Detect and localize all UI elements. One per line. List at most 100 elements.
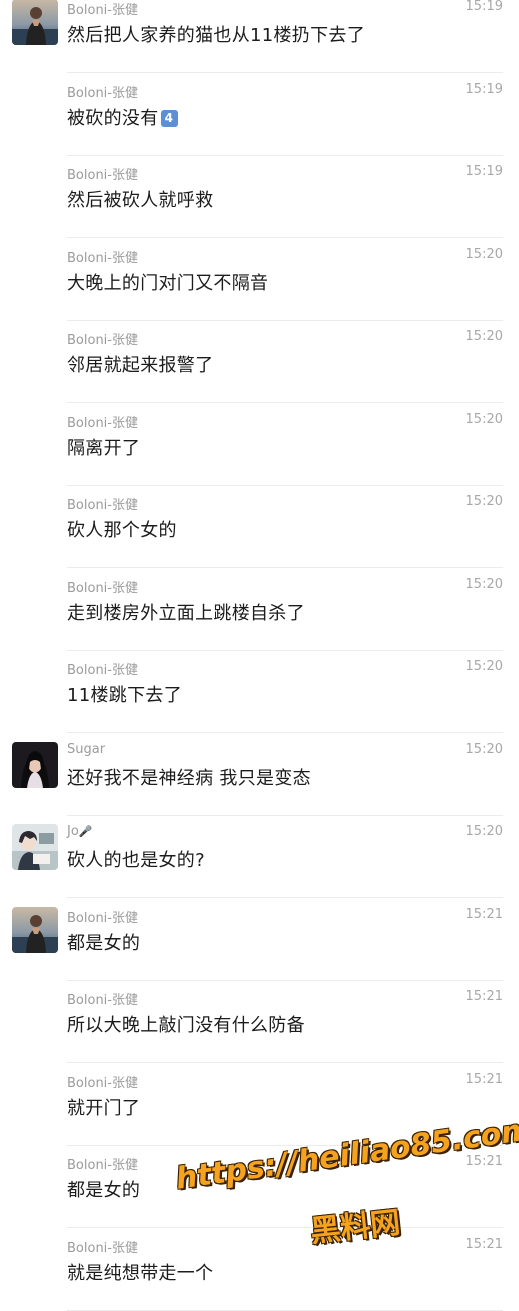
message-text: 还好我不是神经病 我只是变态 [67,764,311,790]
sender-name: Boloni-张健 [67,577,138,596]
message-timestamp: 15:21 [465,1071,503,1087]
message-text: 走到楼房外立面上跳楼自杀了 [67,599,305,625]
chat-message[interactable]: Jo🎤 15:20 砍人的也是女的? [0,816,519,898]
message-text-content: 砍人的也是女的? [67,850,205,871]
chat-message[interactable]: Boloni-张健 15:19 然后被砍人就呼救 [0,156,519,238]
sender-name-text: Boloni-张健 [67,498,138,513]
avatar[interactable] [12,824,58,870]
sender-name: Boloni-张健 [67,1154,138,1173]
chat-message[interactable]: Boloni-张健 15:21 所以大晚上敲门没有什么防备 [0,981,519,1063]
sender-name-text: Sugar [67,741,106,757]
sender-name: Boloni-张健 [67,494,138,513]
sender-name: Boloni-张健 [67,247,138,266]
chat-message[interactable]: Boloni-张健 15:20 隔离开了 [0,404,519,486]
message-timestamp: 15:19 [465,81,503,97]
message-text-content: 然后被砍人就呼救 [67,190,214,211]
message-timestamp: 15:20 [465,824,503,839]
message-text-content: 都是女的 [67,932,141,954]
message-text-content: 就开门了 [67,1097,141,1119]
message-text-content: 走到楼房外立面上跳楼自杀了 [67,602,305,624]
message-text: 邻居就起来报警了 [67,351,213,377]
sender-name: Boloni-张健 [67,0,138,18]
chat-message-list: Boloni-张健 15:19 然后把人家养的猫也从11楼扔下去了 Boloni-张健… [0,0,519,1311]
sender-name: Boloni-张健 [67,1072,138,1091]
message-text-content: 就是纯想带走一个 [67,1262,214,1284]
microphone-icon: 🎤 [78,825,93,838]
chat-message[interactable]: Boloni-张健 15:20 邻居就起来报警了 [0,321,519,403]
message-text-content: 被砍的没有 [67,107,159,129]
sender-name-text: Boloni-张健 [67,415,138,431]
sender-name: Boloni-张健 [67,989,138,1008]
message-text: 隔离开了 [67,434,140,460]
sender-name-text: Boloni-张健 [67,85,138,101]
message-timestamp: 15:20 [465,494,503,509]
keycap-four-emoji-icon: 4 [160,109,178,127]
message-text-content: 所以大晚上敲门没有什么防备 [67,1015,305,1036]
sender-name-text: Boloni-张健 [67,663,138,678]
sender-name-text: Boloni-张健 [67,250,138,266]
chat-message[interactable]: Boloni-张健 15:19 然后把人家养的猫也从11楼扔下去了 [0,0,519,73]
sender-name-text: Boloni-张健 [67,3,138,18]
message-text-content: 大晚上的门对门又不隔音 [67,272,269,294]
sender-name: Boloni-张健 [67,907,138,926]
chat-message[interactable]: Boloni-张健 15:20 走到楼房外立面上跳楼自杀了 [0,569,519,651]
chat-message[interactable]: Boloni-张健 15:21 就是纯想带走一个 [0,1229,519,1311]
message-text: 就是纯想带走一个 [67,1259,213,1285]
message-text-content: 还好我不是神经病 我只是变态 [67,767,311,789]
message-text: 就开门了 [67,1094,140,1120]
message-timestamp: 15:19 [465,0,503,14]
message-timestamp: 15:20 [465,741,503,757]
chat-message[interactable]: Boloni-张健 15:20 大晚上的门对门又不隔音 [0,239,519,321]
message-text: 然后把人家养的猫也从11楼扔下去了 [67,21,365,47]
message-text-content: 然后把人家养的猫也从11楼扔下去了 [67,25,366,46]
sender-name: Boloni-张健 [67,1237,138,1256]
message-timestamp: 15:19 [465,164,503,179]
message-text-content: 砍人那个女的 [67,520,177,541]
message-timestamp: 15:20 [465,329,503,344]
chat-message[interactable]: Boloni-张健 15:21 就开门了 [0,1064,519,1146]
chat-message[interactable]: Boloni-张健 15:20 砍人那个女的 [0,486,519,568]
message-timestamp: 15:20 [465,246,503,262]
message-text: 大晚上的门对门又不隔音 [67,269,268,295]
sender-name: Boloni-张健 [67,412,138,431]
message-timestamp: 15:21 [465,989,503,1004]
sender-name-text: Boloni-张健 [67,1075,138,1091]
message-text-content: 都是女的 [67,1180,141,1201]
sender-name-text: Boloni-张健 [67,580,138,596]
sender-name-text: Boloni-张健 [67,1240,138,1256]
chat-message[interactable]: Boloni-张健 15:21 都是女的 [0,1146,519,1228]
sender-name: Boloni-张健 [67,164,138,183]
message-text: 砍人那个女的 [67,516,177,542]
message-timestamp: 15:21 [465,906,503,922]
chat-message[interactable]: Boloni-张健 15:20 11楼跳下去了 [0,651,519,733]
avatar[interactable] [12,741,58,788]
sender-name-text: Boloni-张健 [67,1158,138,1173]
chat-message[interactable]: Boloni-张健 15:19 被砍的没有 4 [0,74,519,156]
sender-name: Jo🎤 [67,824,93,839]
sender-name-text: Boloni-张健 [67,910,138,926]
message-text-content: 隔离开了 [67,437,141,459]
sender-name: Boloni-张健 [67,82,138,101]
message-text: 然后被砍人就呼救 [67,186,213,212]
avatar[interactable] [12,0,58,45]
message-text: 砍人的也是女的? [67,846,205,872]
message-timestamp: 15:20 [465,576,503,592]
sender-name-text: Jo [67,824,79,839]
sender-name: Boloni-张健 [67,329,138,348]
message-timestamp: 15:21 [465,1236,503,1252]
message-text: 所以大晚上敲门没有什么防备 [67,1011,305,1037]
message-divider [67,1309,503,1311]
avatar[interactable] [12,906,58,953]
message-text: 都是女的 [67,1176,140,1202]
message-timestamp: 15:20 [465,411,503,427]
sender-name-text: Boloni-张健 [67,333,138,348]
message-text: 被砍的没有 4 [67,104,178,130]
sender-name: Sugar [67,742,105,757]
message-text-content: 11楼跳下去了 [67,685,183,706]
chat-message[interactable]: Boloni-张健 15:21 都是女的 [0,899,519,981]
message-text: 11楼跳下去了 [67,681,182,707]
message-timestamp: 15:21 [465,1154,503,1169]
message-text-content: 邻居就起来报警了 [67,355,214,376]
chat-message[interactable]: Sugar 15:20 还好我不是神经病 我只是变态 [0,734,519,816]
sender-name-text: Boloni-张健 [67,993,138,1008]
